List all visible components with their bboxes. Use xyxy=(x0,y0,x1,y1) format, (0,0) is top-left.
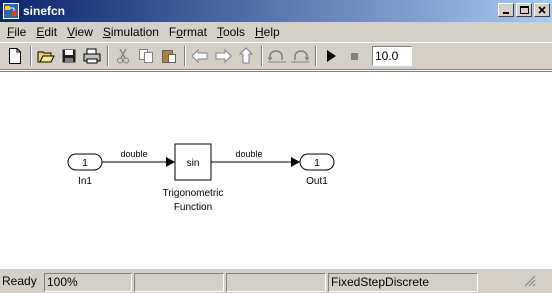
redo-icon[interactable] xyxy=(289,45,311,67)
window-controls xyxy=(498,3,552,17)
outport-block[interactable]: 1 xyxy=(299,153,335,171)
window-title: sinefcn xyxy=(23,4,66,18)
undo-icon[interactable] xyxy=(266,45,288,67)
inport-block[interactable]: 1 xyxy=(67,153,103,171)
stop-icon[interactable] xyxy=(343,45,365,67)
toolbar: 10.0 xyxy=(0,42,552,70)
new-icon[interactable] xyxy=(4,45,26,67)
print-icon[interactable] xyxy=(81,45,103,67)
up-icon[interactable] xyxy=(235,45,257,67)
toolbar-separator xyxy=(30,46,32,66)
save-icon[interactable] xyxy=(58,45,80,67)
size-grip[interactable] xyxy=(480,273,540,292)
menu-help[interactable]: Help xyxy=(250,23,285,41)
solver-name: FixedStepDiscrete xyxy=(328,272,478,292)
status-field-empty xyxy=(134,272,224,292)
back-icon[interactable] xyxy=(189,45,211,67)
model-canvas[interactable]: 1 In1 double sin Trigonometric Function … xyxy=(0,71,552,268)
close-icon[interactable] xyxy=(534,3,550,17)
outport-number: 1 xyxy=(314,158,320,169)
inport-name[interactable]: In1 xyxy=(78,176,92,187)
menu-bar: File Edit View Simulation Format Tools H… xyxy=(0,22,552,42)
menu-file[interactable]: File xyxy=(2,23,31,41)
menu-format[interactable]: Format xyxy=(164,23,212,41)
inport-number: 1 xyxy=(82,158,88,169)
status-field-empty xyxy=(226,272,326,292)
open-icon[interactable] xyxy=(35,45,57,67)
signal-in-datatype: double xyxy=(120,149,147,159)
stop-time-input[interactable]: 10.0 xyxy=(372,46,412,66)
status-text: Ready xyxy=(2,273,37,288)
forward-icon[interactable] xyxy=(212,45,234,67)
menu-simulation[interactable]: Simulation xyxy=(98,23,164,41)
menu-edit[interactable]: Edit xyxy=(31,23,62,41)
minimize-icon[interactable] xyxy=(498,3,514,17)
toolbar-separator xyxy=(184,46,186,66)
signal-out-datatype: double xyxy=(235,149,262,159)
simulink-model-icon[interactable] xyxy=(3,3,19,19)
start-icon[interactable] xyxy=(320,45,342,67)
toolbar-separator xyxy=(261,46,263,66)
maximize-icon[interactable] xyxy=(516,3,532,17)
sin-block-name-line2[interactable]: Function xyxy=(174,202,212,213)
menu-tools[interactable]: Tools xyxy=(212,23,250,41)
menu-view[interactable]: View xyxy=(62,23,98,41)
sin-block-name-line1[interactable]: Trigonometric xyxy=(163,188,224,199)
toolbar-separator xyxy=(315,46,317,66)
sin-block-label: sin xyxy=(187,158,200,169)
cut-icon[interactable] xyxy=(112,45,134,67)
outport-name[interactable]: Out1 xyxy=(306,176,328,187)
toolbar-separator xyxy=(107,46,109,66)
paste-icon[interactable] xyxy=(158,45,180,67)
sin-block[interactable]: sin xyxy=(174,143,212,181)
zoom-level: 100% xyxy=(44,272,132,292)
title-bar: sinefcn xyxy=(0,0,552,22)
status-bar: Ready 100% FixedStepDiscrete xyxy=(0,268,552,293)
copy-icon[interactable] xyxy=(135,45,157,67)
